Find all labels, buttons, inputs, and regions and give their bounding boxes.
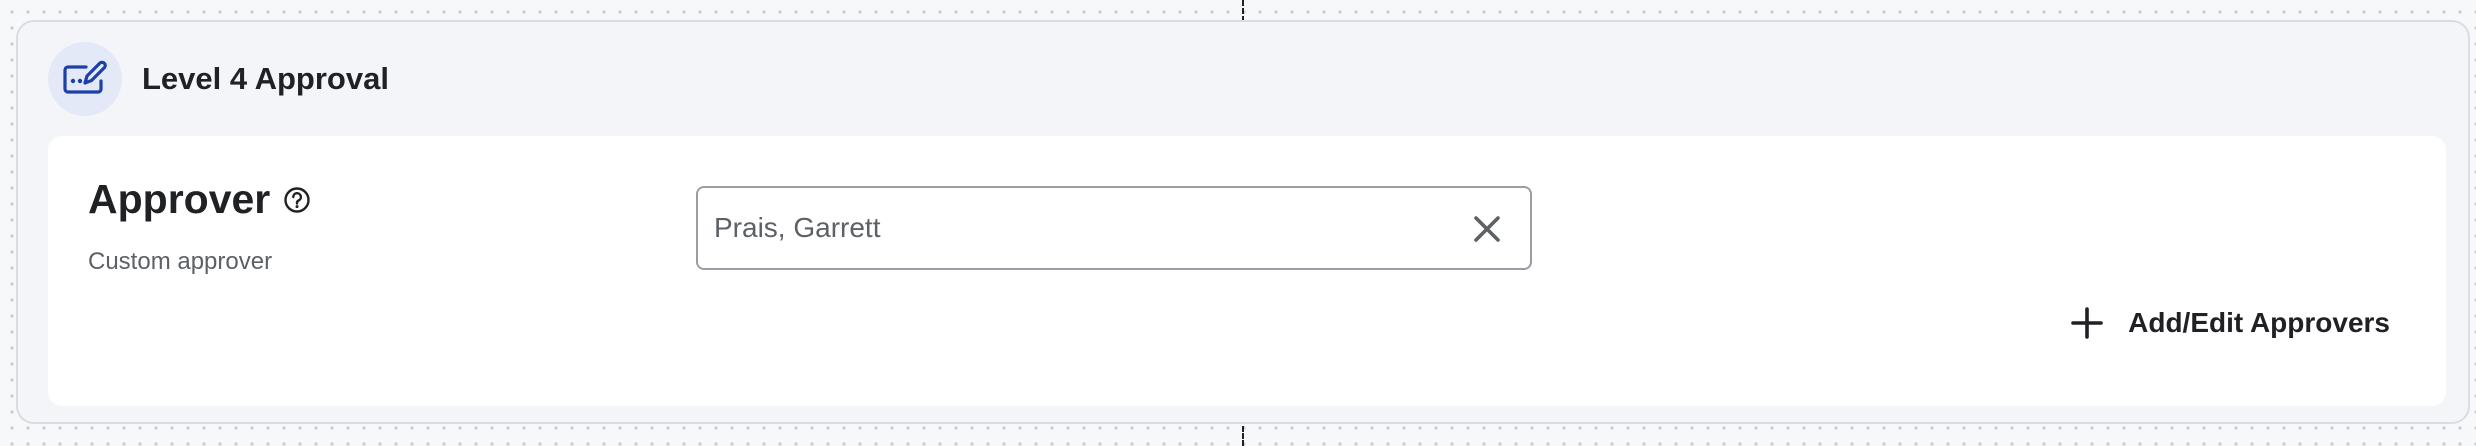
close-icon[interactable]	[1468, 210, 1506, 248]
plus-icon	[2070, 306, 2104, 340]
approval-level-card: Level 4 Approval Approver Custom approve…	[16, 20, 2470, 424]
selected-approver: Prais, Garrett	[714, 212, 881, 243]
card-header: Level 4 Approval	[48, 42, 389, 116]
flow-connector-bottom	[1242, 426, 1244, 446]
add-edit-approvers-button[interactable]: Add/Edit Approvers	[2070, 306, 2390, 340]
help-circle-icon[interactable]	[282, 185, 312, 215]
add-edit-approvers-label: Add/Edit Approvers	[2128, 307, 2390, 338]
signature-pen-icon	[48, 42, 122, 116]
approver-section: Approver Custom approver Prais, Garrett	[48, 136, 2446, 406]
approver-label: Approver	[88, 176, 271, 222]
approver-select-input[interactable]: Prais, Garrett	[696, 186, 1532, 270]
approver-heading: Approver	[88, 176, 312, 223]
level-title: Level 4 Approval	[142, 61, 389, 96]
flow-connector-top	[1242, 0, 1244, 22]
approver-subtitle: Custom approver	[88, 248, 273, 275]
